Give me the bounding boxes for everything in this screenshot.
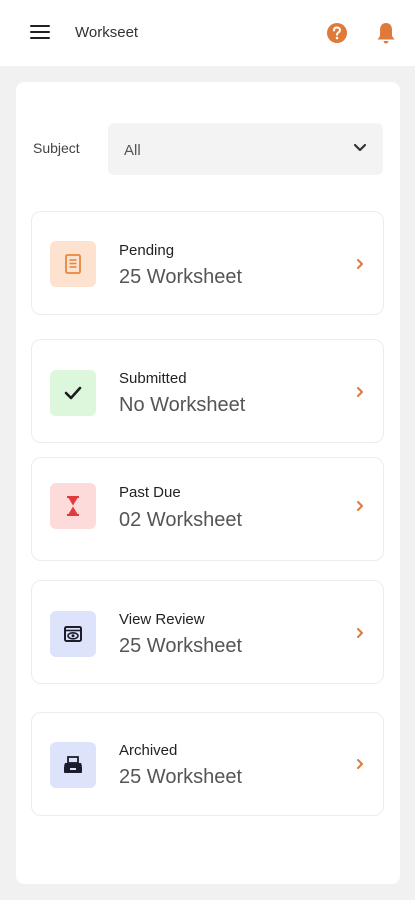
checkmark-icon <box>50 370 96 416</box>
card-title: Past Due <box>119 484 181 501</box>
chevron-right-icon <box>357 759 363 769</box>
subject-select[interactable]: All <box>108 123 383 175</box>
document-icon <box>50 241 96 287</box>
subject-label: Subject <box>33 140 80 156</box>
card-title: Pending <box>119 242 175 259</box>
card-count: No Worksheet <box>119 394 246 416</box>
card-count: 02 Worksheet <box>119 509 243 531</box>
card-count: 25 Worksheet <box>119 635 243 657</box>
card-title: Archived <box>119 742 178 759</box>
chevron-down-icon <box>353 143 367 152</box>
card-title: Submitted <box>119 370 187 387</box>
app-header: Workseet <box>0 0 415 66</box>
past-due-card[interactable]: Past Due 02 Worksheet <box>31 457 384 561</box>
chevron-right-icon <box>357 628 363 638</box>
hourglass-icon <box>50 483 96 529</box>
hamburger-menu-icon[interactable] <box>30 25 50 41</box>
bell-icon[interactable] <box>375 21 397 45</box>
card-title: View Review <box>119 611 205 628</box>
eye-review-icon <box>50 611 96 657</box>
pending-card[interactable]: Pending 25 Worksheet <box>31 211 384 315</box>
card-count: 25 Worksheet <box>119 266 243 288</box>
view-review-card[interactable]: View Review 25 Worksheet <box>31 580 384 684</box>
chevron-right-icon <box>357 501 363 511</box>
page-title: Workseet <box>75 24 139 41</box>
archive-tray-icon <box>50 742 96 788</box>
worksheet-panel: Subject All Pending 25 Worksheet Submitt… <box>16 82 400 884</box>
chevron-right-icon <box>357 259 363 269</box>
submitted-card[interactable]: Submitted No Worksheet <box>31 339 384 443</box>
archived-card[interactable]: Archived 25 Worksheet <box>31 712 384 816</box>
chevron-right-icon <box>357 387 363 397</box>
help-circle-icon[interactable] <box>326 22 348 44</box>
card-count: 25 Worksheet <box>119 766 243 788</box>
subject-selected-value: All <box>124 142 141 159</box>
